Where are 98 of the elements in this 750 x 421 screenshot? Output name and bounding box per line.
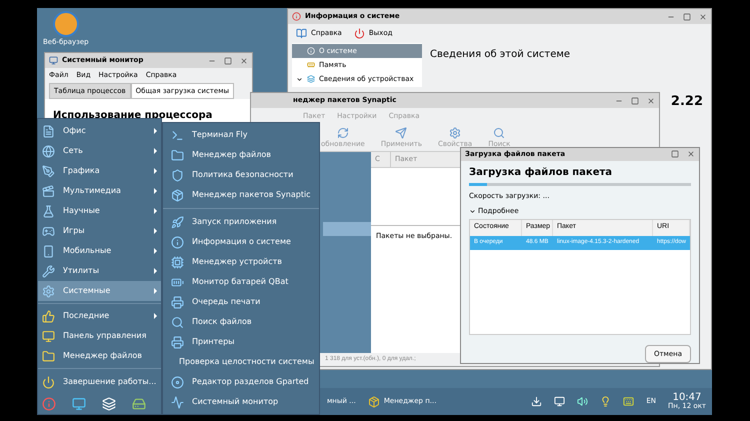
menu-item[interactable]: Последние [38,306,161,326]
menu-category[interactable]: Игры [38,221,161,241]
dialog-heading: Загрузка файлов пакета [469,166,614,180]
volume-icon[interactable] [577,396,588,407]
close-icon[interactable] [699,12,707,20]
caret-icon [469,208,476,215]
menu-item[interactable]: Менеджер файлов [163,145,319,165]
close-icon[interactable] [240,56,248,64]
wrench-icon [42,264,55,278]
refresh-icon [336,126,349,138]
maximize-icon[interactable] [671,150,679,158]
package-icon [171,188,184,202]
info-icon [307,47,315,55]
menu-item[interactable]: Редактор разделов Gparted [163,372,319,392]
document-icon [42,124,55,138]
info-icon [292,12,301,21]
menu-category[interactable]: Мобильные [38,241,161,261]
send-icon [395,126,408,138]
menu-category[interactable]: Офис [38,121,161,141]
menu-item[interactable]: Принтеры [163,332,319,352]
package-icon [368,396,380,408]
submenu-arrow-icon [154,168,157,174]
menu-item[interactable]: Терминал Fly [163,125,319,145]
menu-item[interactable]: Менеджер файлов [38,346,161,366]
folder-icon [171,148,184,162]
submenu-arrow-icon [154,128,157,134]
gear-icon [449,126,462,138]
submenu-arrow-icon [154,148,157,154]
submenu-arrow-icon [154,248,157,254]
memory-icon [307,61,315,69]
menu-category[interactable]: Мультимедиа [38,181,161,201]
menu-item[interactable]: Очередь печати [163,292,319,312]
rocket-icon [171,216,184,228]
flask-icon [42,204,55,218]
thumbs-up-icon [42,310,55,322]
keyboard-icon[interactable] [623,396,634,407]
maximize-icon[interactable] [683,12,691,20]
folder-icon [42,350,55,362]
layers-icon [307,75,315,83]
version-text: 2.22 [670,93,703,111]
submenu-arrow-icon [154,268,157,274]
menu-item[interactable]: Завершение работы... [38,371,161,393]
bulb-icon[interactable] [600,396,612,407]
chip-icon [171,256,184,268]
menu-item[interactable]: Информация о системе [163,232,319,252]
submenu-arrow-icon [154,228,157,234]
section-heading: Сведения об этой системе [430,48,572,62]
menu-item[interactable]: Монитор батарей QBat [163,272,319,292]
menu-item[interactable]: Панель управления [38,326,161,346]
monitor-icon [42,330,55,342]
close-icon[interactable] [687,150,695,158]
section-heading: Использование процессора [53,110,212,121]
submenu-arrow-icon [154,288,157,294]
pulse-icon [171,396,184,408]
maximize-icon[interactable] [224,56,232,64]
search-icon [493,126,506,138]
drive-icon[interactable] [132,397,146,411]
menu-item[interactable]: Поиск файлов [163,312,319,332]
pen-icon [42,164,55,178]
download-icon[interactable] [531,396,542,407]
info-icon[interactable] [42,397,56,411]
printer-icon [171,296,184,308]
menu-category[interactable]: Графика [38,161,161,181]
screen-icon[interactable] [554,396,566,407]
info-icon [171,236,184,248]
disc-icon [171,376,184,388]
menu-item[interactable]: Запуск приложения [163,212,319,232]
book-icon [296,28,307,39]
menu-item[interactable]: Менеджер пакетов Synaptic [163,185,319,205]
submenu-arrow-icon [154,208,157,214]
menu-category[interactable]: Утилиты [38,261,161,281]
gamepad-icon [42,224,55,238]
monitor-icon[interactable] [72,397,86,411]
menu-item[interactable]: Политика безопасности [163,165,319,185]
menu-item[interactable]: Менеджер устройств [163,252,319,272]
printer-icon [171,336,184,348]
search-icon [171,316,184,328]
maximize-icon[interactable] [631,96,639,104]
submenu-arrow-icon [154,313,157,319]
power-icon [42,376,55,388]
terminal-icon [171,128,184,142]
menu-item[interactable]: Системный монитор [163,392,319,412]
shield-icon [171,168,184,182]
windows-icon[interactable] [102,397,116,411]
monitor-icon [49,56,58,65]
submenu-arrow-icon [154,188,157,194]
power-icon [354,28,365,39]
menu-category[interactable]: Системные [38,281,161,301]
battery-icon [171,276,184,288]
close-icon[interactable] [647,96,655,104]
gear-icon [42,284,55,298]
menu-category[interactable]: Научные [38,201,161,221]
menu-item[interactable]: Проверка целостности системы [163,352,319,372]
clapper-icon [42,184,55,198]
menu-category[interactable]: Сеть [38,141,161,161]
chevron-icon[interactable] [296,76,303,82]
phone-icon [42,244,55,258]
clock-time[interactable]: 10:47 [672,393,702,403]
